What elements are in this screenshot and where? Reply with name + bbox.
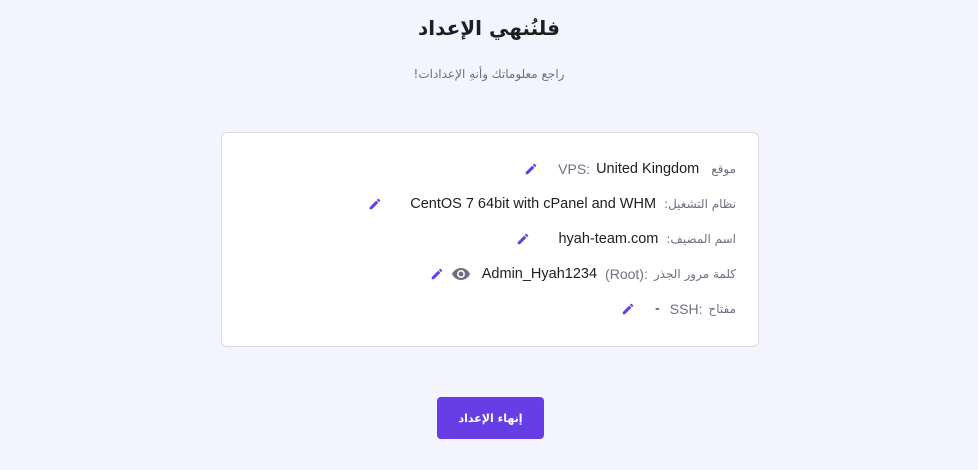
root-password-value: Admin_Hyah1234 <box>481 266 598 282</box>
root-password-label-latin: (Root): <box>605 266 648 282</box>
summary-row-location: موقع United Kingdom VPS: <box>522 157 736 181</box>
summary-row-hostname: اسم المضيف: hyah-team.com <box>514 227 736 251</box>
page-title: فلنُنهي الإعداد <box>417 16 561 40</box>
ssh-key-label: مفتاح <box>708 302 736 316</box>
os-label: نظام التشغيل: <box>664 197 736 211</box>
finish-setup-button[interactable]: إنهاء الإعداد <box>437 397 544 439</box>
page-subtitle: راجع معلوماتك وأنهِ الإعدادات! <box>413 67 565 81</box>
root-password-label: كلمة مرور الجذر <box>653 267 736 281</box>
edit-ssh-key-pencil-icon[interactable] <box>619 300 637 318</box>
edit-hostname-pencil-icon[interactable] <box>514 230 532 248</box>
hostname-value: hyah-team.com <box>558 231 659 247</box>
toggle-password-eye-icon[interactable] <box>451 265 470 283</box>
summary-row-os: نظام التشغيل: CentOS 7 64bit with cPanel… <box>366 192 736 216</box>
location-value: United Kingdom <box>596 161 700 177</box>
edit-location-pencil-icon[interactable] <box>522 160 540 178</box>
summary-card: موقع United Kingdom VPS: نظام التشغيل: C… <box>221 132 759 347</box>
os-value: CentOS 7 64bit with cPanel and WHM <box>410 196 657 212</box>
location-label-latin: VPS: <box>558 161 591 177</box>
edit-root-password-pencil-icon[interactable] <box>428 265 446 283</box>
hostname-label: اسم المضيف: <box>666 232 736 246</box>
edit-os-pencil-icon[interactable] <box>366 195 384 213</box>
location-label: موقع <box>711 162 736 176</box>
ssh-key-value: - <box>654 301 660 317</box>
summary-row-ssh-key: مفتاح SSH: - <box>619 297 736 321</box>
ssh-key-label-latin: SSH: <box>669 301 703 317</box>
summary-row-root-password: كلمة مرور الجذر (Root): Admin_Hyah1234 <box>428 262 736 286</box>
